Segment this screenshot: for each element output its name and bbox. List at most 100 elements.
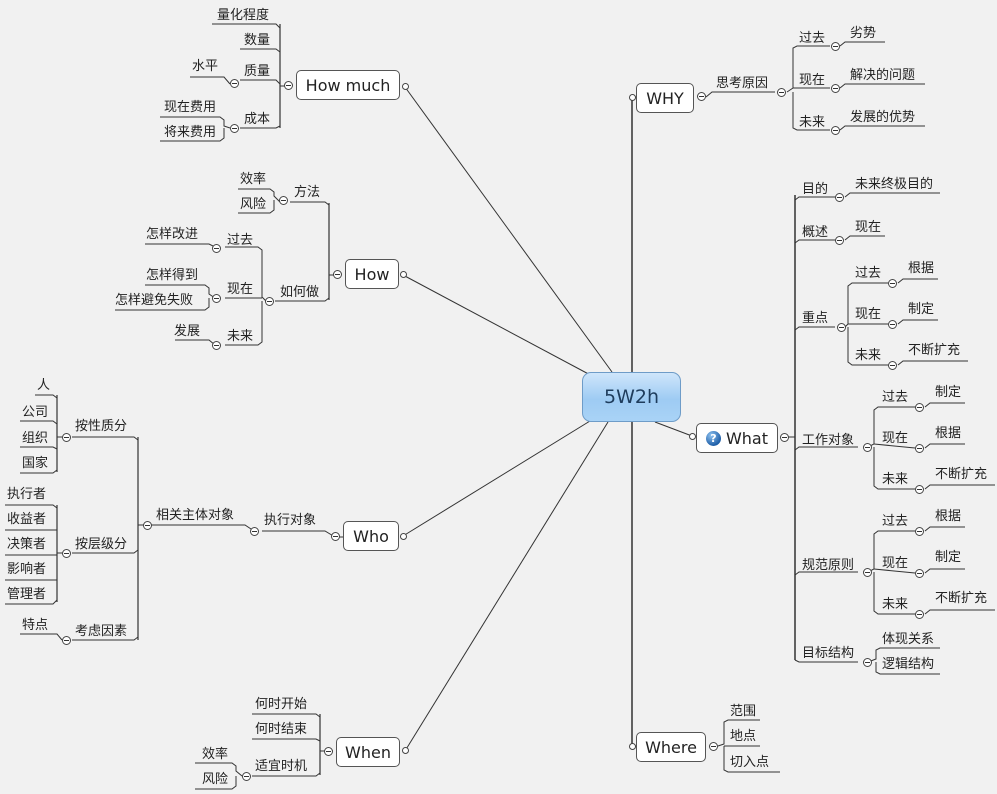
quality-level[interactable]: 水平	[192, 59, 218, 75]
focus-future-child[interactable]: 不断扩充	[908, 343, 960, 359]
who-related-subject[interactable]: 相关主体对象	[156, 508, 234, 524]
why-now-child[interactable]: 解决的问题	[850, 68, 915, 84]
focus-future[interactable]: 未来	[855, 348, 881, 364]
central-topic[interactable]: 5W2h	[582, 372, 681, 422]
work-now[interactable]: 现在	[882, 431, 908, 447]
collapse-toggle-icon[interactable]	[831, 126, 840, 135]
collapse-toggle-icon[interactable]	[62, 549, 71, 558]
collapse-toggle-icon[interactable]	[279, 196, 288, 205]
collapse-toggle-icon[interactable]	[212, 294, 221, 303]
collapse-toggle-icon[interactable]	[709, 742, 718, 751]
collapse-toggle-icon[interactable]	[212, 341, 221, 350]
who-factors[interactable]: 考虑因素	[75, 624, 127, 640]
collapse-toggle-icon[interactable]	[331, 532, 340, 541]
collapse-toggle-icon[interactable]	[831, 42, 840, 51]
level-influencer[interactable]: 影响者	[7, 562, 46, 578]
collapse-toggle-icon[interactable]	[915, 444, 924, 453]
level-manager[interactable]: 管理者	[7, 587, 46, 603]
what-structure[interactable]: 目标结构	[802, 646, 854, 662]
collapse-toggle-icon[interactable]	[242, 772, 251, 781]
what-goal-child[interactable]: 未来终极目的	[855, 177, 933, 193]
collapse-toggle-icon[interactable]	[915, 610, 924, 619]
nature-organization[interactable]: 组织	[22, 431, 48, 447]
what-overview[interactable]: 概述	[802, 225, 828, 241]
focus-now[interactable]: 现在	[855, 307, 881, 323]
when-timing[interactable]: 适宜时机	[255, 759, 307, 775]
nature-company[interactable]: 公司	[22, 405, 48, 421]
why-past-child[interactable]: 劣势	[850, 26, 876, 42]
collapse-toggle-icon[interactable]	[888, 361, 897, 370]
level-executor[interactable]: 执行者	[7, 487, 46, 503]
what-goal[interactable]: 目的	[802, 182, 828, 198]
cost-now[interactable]: 现在费用	[164, 100, 216, 116]
where-location[interactable]: 地点	[730, 729, 756, 745]
collapse-toggle-icon[interactable]	[837, 323, 846, 332]
howto-now-avoid-failure[interactable]: 怎样避免失败	[115, 293, 193, 309]
collapse-toggle-icon[interactable]	[888, 320, 897, 329]
how-much-cost[interactable]: 成本	[244, 112, 270, 128]
collapse-toggle-icon[interactable]	[62, 433, 71, 442]
timing-risk[interactable]: 风险	[202, 772, 228, 788]
howto-now-obtain[interactable]: 怎样得到	[146, 268, 198, 284]
who-by-nature[interactable]: 按性质分	[75, 419, 127, 435]
collapse-toggle-icon[interactable]	[230, 124, 239, 133]
why-future-child[interactable]: 发展的优势	[850, 110, 915, 126]
topic-how-much[interactable]: How much	[296, 70, 400, 100]
collapse-toggle-icon[interactable]	[777, 88, 786, 97]
norms-past[interactable]: 过去	[882, 514, 908, 530]
collapse-toggle-icon[interactable]	[62, 636, 71, 645]
collapse-toggle-icon[interactable]	[780, 433, 789, 442]
work-future[interactable]: 未来	[882, 472, 908, 488]
how-much-degree[interactable]: 量化程度	[217, 8, 269, 24]
what-work-object[interactable]: 工作对象	[802, 433, 854, 449]
collapse-toggle-icon[interactable]	[265, 297, 274, 306]
collapse-toggle-icon[interactable]	[915, 527, 924, 536]
level-beneficiary[interactable]: 收益者	[7, 512, 46, 528]
collapse-toggle-icon[interactable]	[835, 193, 844, 202]
work-future-child[interactable]: 不断扩充	[935, 467, 987, 483]
howto-now[interactable]: 现在	[227, 282, 253, 298]
cost-future[interactable]: 将来费用	[164, 125, 216, 141]
what-norms[interactable]: 规范原则	[802, 558, 854, 574]
how-much-quantity[interactable]: 数量	[244, 33, 270, 49]
why-past[interactable]: 过去	[799, 31, 825, 47]
work-now-child[interactable]: 根据	[935, 426, 961, 442]
collapse-toggle-icon[interactable]	[915, 569, 924, 578]
collapse-toggle-icon[interactable]	[915, 403, 924, 412]
topic-when[interactable]: When	[336, 737, 400, 767]
focus-now-child[interactable]: 制定	[908, 302, 934, 318]
norms-now[interactable]: 现在	[882, 556, 908, 572]
norms-future[interactable]: 未来	[882, 597, 908, 613]
howto-past-improve[interactable]: 怎样改进	[146, 227, 198, 243]
collapse-toggle-icon[interactable]	[915, 485, 924, 494]
collapse-toggle-icon[interactable]	[831, 84, 840, 93]
timing-efficiency[interactable]: 效率	[202, 747, 228, 763]
nature-country[interactable]: 国家	[22, 456, 48, 472]
collapse-toggle-icon[interactable]	[324, 747, 333, 756]
how-much-quality[interactable]: 质量	[244, 64, 270, 80]
collapse-toggle-icon[interactable]	[863, 568, 872, 577]
collapse-toggle-icon[interactable]	[835, 236, 844, 245]
topic-where[interactable]: Where	[636, 732, 706, 762]
level-decision-maker[interactable]: 决策者	[7, 537, 46, 553]
method-risk[interactable]: 风险	[240, 197, 266, 213]
work-past-child[interactable]: 制定	[935, 385, 961, 401]
norms-past-child[interactable]: 根据	[935, 509, 961, 525]
structure-relation[interactable]: 体现关系	[882, 632, 934, 648]
who-by-level[interactable]: 按层级分	[75, 537, 127, 553]
collapse-toggle-icon[interactable]	[888, 279, 897, 288]
nature-person[interactable]: 人	[37, 378, 50, 394]
howto-past[interactable]: 过去	[227, 233, 253, 249]
what-focus[interactable]: 重点	[802, 311, 828, 327]
collapse-toggle-icon[interactable]	[212, 244, 221, 253]
howto-future[interactable]: 未来	[227, 329, 253, 345]
how-method[interactable]: 方法	[294, 185, 320, 201]
collapse-toggle-icon[interactable]	[143, 521, 152, 530]
when-start[interactable]: 何时开始	[255, 697, 307, 713]
focus-past[interactable]: 过去	[855, 266, 881, 282]
norms-now-child[interactable]: 制定	[935, 550, 961, 566]
who-executor-object[interactable]: 执行对象	[264, 513, 316, 529]
when-end[interactable]: 何时结束	[255, 722, 307, 738]
factors-features[interactable]: 特点	[22, 618, 48, 634]
what-overview-child[interactable]: 现在	[855, 220, 881, 236]
